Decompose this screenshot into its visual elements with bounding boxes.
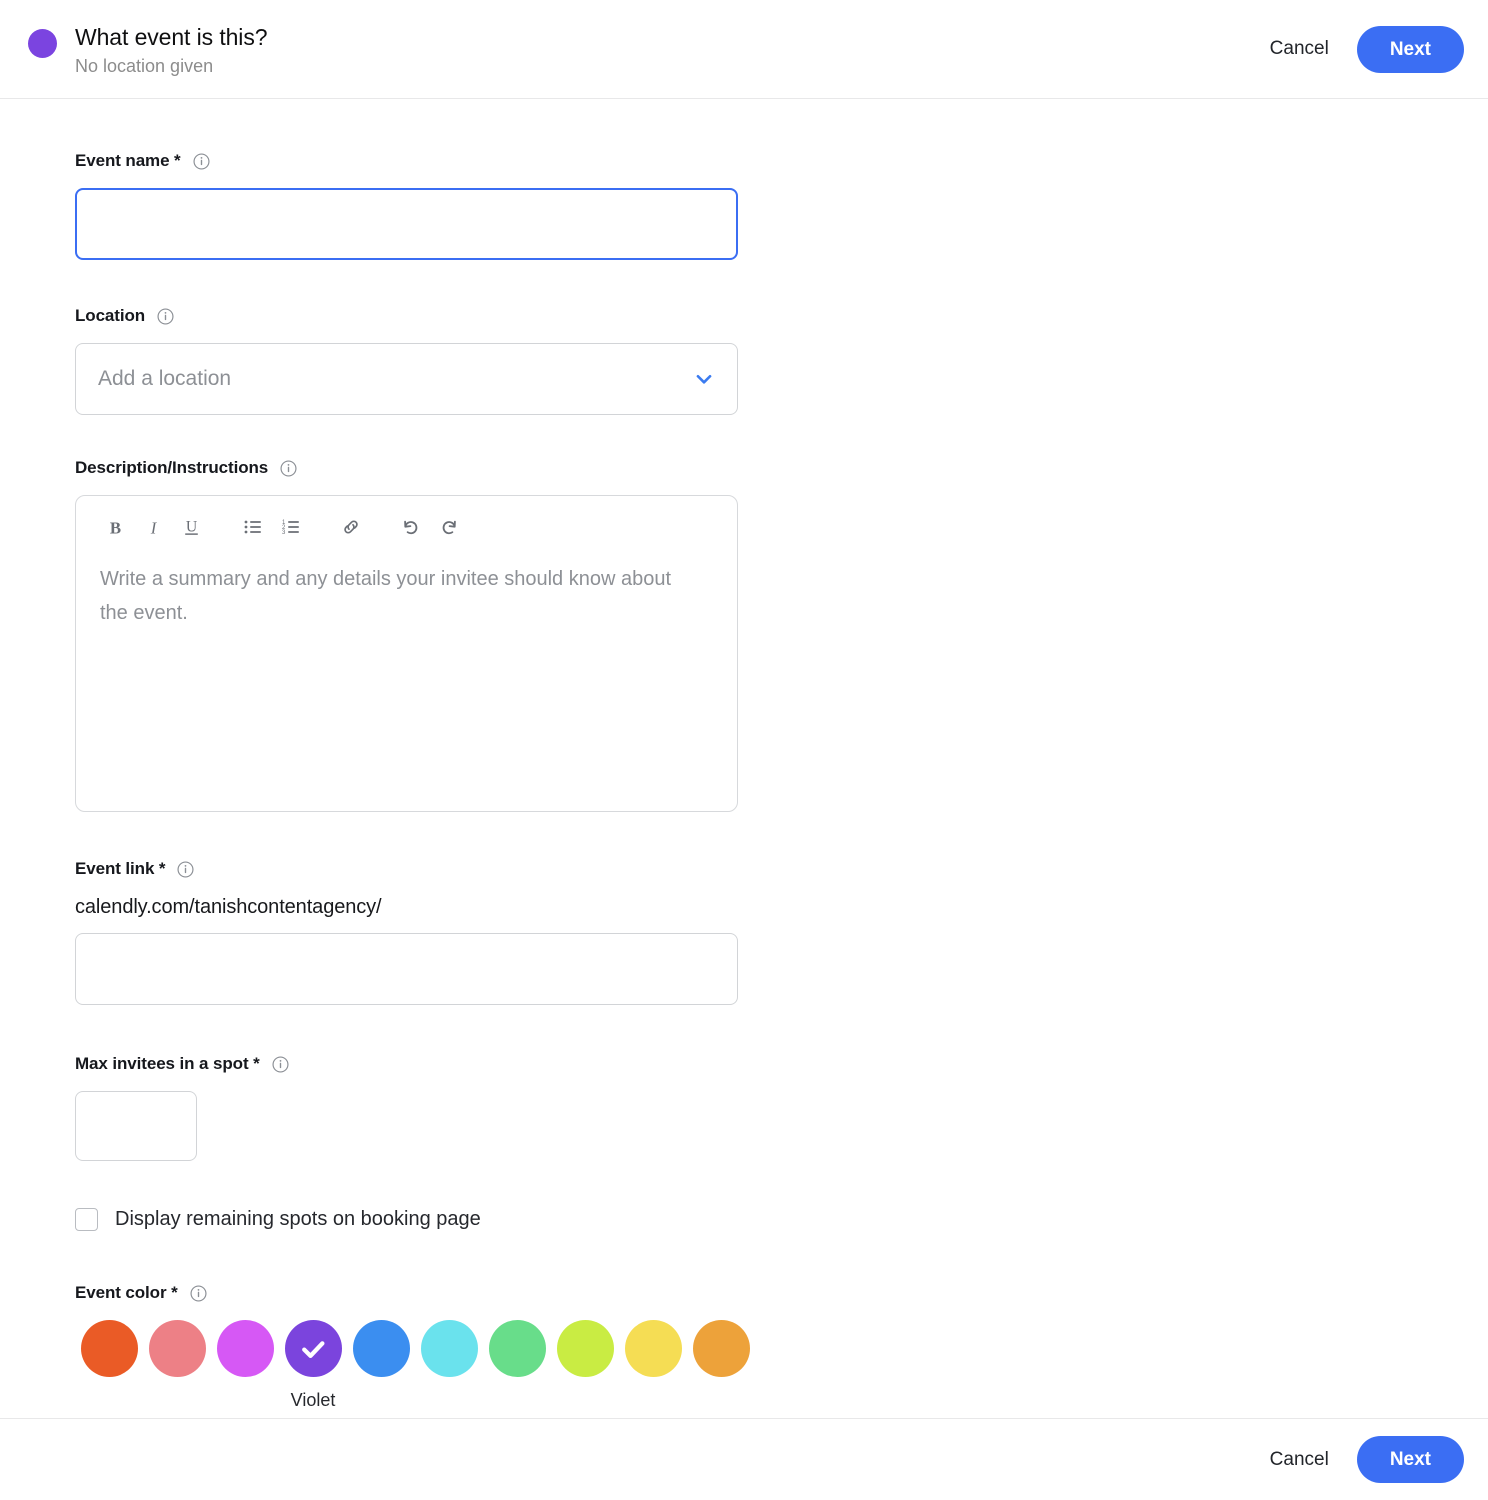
display-spots-label: Display remaining spots on booking page xyxy=(115,1208,481,1230)
color-swatch-tomato[interactable] xyxy=(80,1320,138,1377)
redo-icon[interactable] xyxy=(430,508,468,546)
display-spots-row: Display remaining spots on booking page xyxy=(75,1208,1460,1231)
underline-icon[interactable]: U xyxy=(172,508,210,546)
svg-text:3: 3 xyxy=(282,530,286,536)
form-content: Event name * Location Add a location Des… xyxy=(0,99,1488,1417)
display-spots-checkbox[interactable] xyxy=(75,1208,98,1231)
event-name-input[interactable] xyxy=(75,188,738,260)
color-swatch-banana[interactable] xyxy=(624,1320,682,1377)
page-title: What event is this? xyxy=(75,24,268,51)
swatch-cell xyxy=(143,1320,211,1411)
description-label-row: Description/Instructions xyxy=(75,458,1460,478)
swatch-cell xyxy=(687,1320,755,1411)
location-label-row: Location xyxy=(75,306,1460,326)
description-body[interactable]: Write a summary and any details your inv… xyxy=(76,558,737,631)
cancel-button-bottom[interactable]: Cancel xyxy=(1268,1443,1331,1477)
event-name-label: Event name * xyxy=(75,151,181,170)
event-name-label-row: Event name * xyxy=(75,151,1460,171)
page-subtitle: No location given xyxy=(75,56,214,77)
event-link-prefix: calendly.com/tanishcontentagency/ xyxy=(75,896,382,918)
location-placeholder: Add a location xyxy=(98,367,232,390)
header-identity: What event is this? No location given xyxy=(28,20,1268,77)
page-header: What event is this? No location given Ca… xyxy=(0,0,1488,99)
info-icon[interactable] xyxy=(157,307,174,325)
event-link-label: Event link * xyxy=(75,859,166,878)
bold-icon[interactable]: B xyxy=(96,508,134,546)
svg-text:U: U xyxy=(185,518,197,535)
description-field: Description/Instructions B I U 1 2 3 Wri… xyxy=(75,458,1460,812)
swatch-cell xyxy=(483,1320,551,1411)
selected-color-name: Violet xyxy=(290,1390,336,1410)
max-invitees-label: Max invitees in a spot * xyxy=(75,1054,260,1073)
page-footer: Cancel Next xyxy=(0,1418,1488,1500)
svg-text:I: I xyxy=(149,518,157,537)
color-swatch-blueberry[interactable] xyxy=(352,1320,410,1377)
color-swatch-lime[interactable] xyxy=(556,1320,614,1377)
location-select-wrap: Add a location xyxy=(75,343,738,415)
event-link-input[interactable] xyxy=(75,933,738,1005)
event-color-label-row: Event color * xyxy=(75,1283,1460,1303)
color-swatch-tangerine[interactable] xyxy=(692,1320,750,1377)
info-icon[interactable] xyxy=(190,1284,207,1302)
italic-icon[interactable]: I xyxy=(134,508,172,546)
link-icon[interactable] xyxy=(332,508,370,546)
color-swatch-violet[interactable] xyxy=(284,1320,342,1377)
numbered-list-icon[interactable]: 1 2 3 xyxy=(272,508,310,546)
next-button-bottom[interactable]: Next xyxy=(1356,1436,1464,1483)
location-select[interactable]: Add a location xyxy=(75,343,738,415)
event-color-swatches: Violet xyxy=(75,1320,1460,1411)
check-icon xyxy=(302,1340,325,1358)
description-label: Description/Instructions xyxy=(75,458,269,477)
info-icon[interactable] xyxy=(193,152,210,170)
header-title-group: What event is this? No location given xyxy=(75,24,268,77)
info-icon[interactable] xyxy=(280,459,297,477)
color-swatch-orchid[interactable] xyxy=(216,1320,274,1377)
event-link-field: Event link * calendly.com/tanishcontenta… xyxy=(75,859,1460,1005)
max-invitees-input[interactable] xyxy=(75,1091,197,1161)
event-name-field: Event name * xyxy=(75,151,1460,260)
bulleted-list-icon[interactable] xyxy=(234,508,272,546)
event-color-field: Event color * Violet xyxy=(75,1283,1460,1411)
event-color-dot xyxy=(28,29,57,59)
location-label: Location xyxy=(75,306,146,325)
chevron-down-icon[interactable] xyxy=(693,368,715,390)
color-swatch-flamingo[interactable] xyxy=(148,1320,206,1377)
description-placeholder: Write a summary and any details your inv… xyxy=(100,568,672,625)
swatch-cell xyxy=(211,1320,279,1411)
location-field: Location Add a location xyxy=(75,306,1460,415)
header-actions: Cancel Next xyxy=(1268,25,1464,73)
editor-toolbar: B I U 1 2 3 xyxy=(76,496,737,558)
swatch-cell: Violet xyxy=(279,1320,347,1411)
swatch-cell xyxy=(415,1320,483,1411)
max-invitees-field: Max invitees in a spot * Display remaini… xyxy=(75,1054,1460,1231)
description-editor[interactable]: B I U 1 2 3 Write a summary and any deta… xyxy=(75,495,738,812)
cancel-button-top[interactable]: Cancel xyxy=(1268,32,1331,66)
swatch-cell xyxy=(619,1320,687,1411)
info-icon[interactable] xyxy=(177,860,194,878)
info-icon[interactable] xyxy=(272,1055,289,1073)
event-link-label-row: Event link * xyxy=(75,859,1460,879)
undo-icon[interactable] xyxy=(392,508,430,546)
color-swatch-turquoise[interactable] xyxy=(420,1320,478,1377)
color-swatch-emerald[interactable] xyxy=(488,1320,546,1377)
next-button-top[interactable]: Next xyxy=(1356,25,1464,73)
swatch-cell xyxy=(551,1320,619,1411)
event-color-label: Event color * xyxy=(75,1283,178,1302)
svg-text:B: B xyxy=(109,518,120,537)
max-invitees-label-row: Max invitees in a spot * xyxy=(75,1054,1460,1074)
swatch-cell xyxy=(75,1320,143,1411)
swatch-cell xyxy=(347,1320,415,1411)
